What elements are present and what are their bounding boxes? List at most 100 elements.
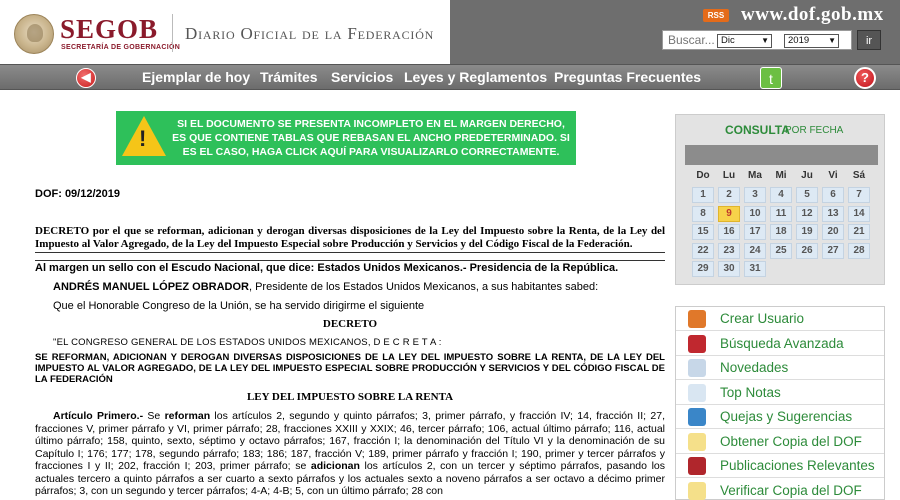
calendar-day[interactable]: 1: [692, 187, 714, 203]
weekday-label: Do: [696, 170, 710, 181]
segob-subtitle: SECRETARÍA DE GOBERNACIÓN: [61, 44, 181, 51]
publications-icon: [688, 457, 706, 475]
incomplete-document-notice[interactable]: ! SI EL DOCUMENTO SE PRESENTA INCOMPLETO…: [116, 111, 576, 165]
calendar-day[interactable]: 15: [692, 224, 714, 240]
divider: [35, 252, 665, 253]
calendar-day[interactable]: 2: [718, 187, 740, 203]
menu-item-label: Quejas y Sugerencias: [720, 409, 853, 424]
calendar-day[interactable]: 12: [796, 205, 818, 222]
congress-line: Que el Honorable Congreso de la Unión, s…: [53, 300, 425, 312]
nav-tramites[interactable]: Trámites: [260, 69, 318, 85]
chevron-down-icon: ▼: [761, 36, 769, 45]
weekday-label: Sá: [852, 170, 866, 181]
menu-item-top-notas[interactable]: Top Notas: [676, 381, 884, 405]
calendar-day[interactable]: 5: [796, 187, 818, 203]
calendar-day[interactable]: 20: [822, 224, 844, 240]
calendar-day[interactable]: 21: [848, 224, 870, 240]
weekday-label: Ma: [748, 170, 762, 181]
menu-item-label: Crear Usuario: [720, 311, 805, 326]
twitter-icon[interactable]: t: [760, 67, 782, 89]
calendar-day[interactable]: 18: [770, 224, 792, 240]
verify-icon: [688, 481, 706, 500]
decreto-heading: DECRETO: [322, 318, 378, 330]
weekday-label: Mi: [775, 170, 787, 181]
menu-item-novedades[interactable]: Novedades: [676, 356, 884, 380]
help-icon[interactable]: ?: [854, 67, 876, 89]
site-title[interactable]: Diario Oficial de la Federación: [185, 24, 434, 44]
menu-item-busqueda-avanzada[interactable]: Búsqueda Avanzada: [676, 332, 884, 356]
calendar-day[interactable]: 24: [744, 242, 766, 259]
dof-date: DOF: 09/12/2019: [35, 188, 120, 200]
menu-item-obtener-copia-del-dof[interactable]: Obtener Copia del DOF: [676, 430, 884, 454]
calendar-day[interactable]: 9: [718, 205, 740, 222]
calendar-day[interactable]: 14: [848, 205, 870, 222]
menu-item-label: Publicaciones Relevantes: [720, 458, 875, 473]
decree-title: DECRETO por el que se reforman, adiciona…: [35, 225, 665, 250]
calendar-day[interactable]: 8: [692, 205, 714, 222]
star-icon: [688, 383, 706, 402]
menu-item-crear-usuario[interactable]: Crear Usuario: [676, 307, 884, 331]
article-reforman: reforman: [164, 410, 211, 422]
rss-icon[interactable]: RSS: [703, 9, 729, 22]
nav-leyes-y-reglamentos[interactable]: Leyes y Reglamentos: [404, 69, 547, 85]
search-button[interactable]: ir: [857, 30, 881, 50]
calendar-day[interactable]: 23: [718, 242, 740, 259]
calendar-day[interactable]: 31: [744, 261, 766, 277]
calendar-day[interactable]: 4: [770, 187, 792, 203]
warning-exclamation: !: [139, 126, 147, 151]
calendar-day[interactable]: 13: [822, 205, 844, 222]
menu-item-publicaciones-relevantes[interactable]: Publicaciones Relevantes: [676, 454, 884, 478]
calendar-title: CONSULTA: [725, 123, 790, 137]
menu-item-verificar-copia-del-dof[interactable]: Verificar Copia del DOF: [676, 479, 884, 500]
calendar-day[interactable]: 25: [770, 242, 792, 259]
segob-logo[interactable]: SEGOB: [60, 14, 158, 45]
menu-item-label: Búsqueda Avanzada: [720, 335, 844, 351]
logo-divider: [172, 14, 173, 52]
menu-item-label: Top Notas: [720, 384, 781, 400]
calendar-day[interactable]: 3: [744, 187, 766, 203]
weekday-label: Ju: [801, 170, 813, 181]
calendar-day[interactable]: 27: [822, 242, 844, 259]
search-icon: [688, 334, 706, 353]
weekday-label: Lu: [722, 170, 736, 181]
reform-heading: SE REFORMAN, ADICIONAN Y DEROGAN DIVERSA…: [35, 352, 665, 385]
calendar-day[interactable]: 6: [822, 187, 844, 203]
calendar-day[interactable]: 28: [848, 242, 870, 259]
calendar-day[interactable]: 11: [770, 205, 792, 222]
calendar-day[interactable]: 19: [796, 224, 818, 240]
calendar-day[interactable]: 22: [692, 242, 714, 259]
notice-text: SI EL DOCUMENTO SE PRESENTA INCOMPLETO E…: [172, 118, 570, 158]
margin-seal-line: Al margen un sello con el Escudo Naciona…: [35, 262, 619, 274]
calendar-subtitle: POR FECHA: [785, 125, 844, 136]
calendar-day[interactable]: 7: [848, 187, 870, 203]
complaint-icon: [688, 408, 706, 426]
chevron-down-icon: ▼: [828, 36, 836, 45]
menu-item-label: Verificar Copia del DOF: [720, 482, 862, 498]
year-select[interactable]: 2019 ▼: [784, 34, 839, 48]
nav-preguntas-frecuentes[interactable]: Preguntas Frecuentes: [554, 69, 701, 85]
article-se: Se: [143, 410, 165, 422]
calendar-day[interactable]: 29: [692, 261, 714, 277]
menu-item-label: Obtener Copia del DOF: [720, 433, 862, 449]
national-emblem-icon[interactable]: [14, 14, 54, 54]
weekday-label: Vi: [828, 170, 838, 181]
user-icon: [688, 310, 706, 328]
year-value: 2019: [788, 35, 810, 46]
back-arrow-icon[interactable]: ◀: [76, 68, 96, 88]
nav-servicios[interactable]: Servicios: [331, 69, 393, 85]
main-nav: ◀ Ejemplar de hoy Trámites Servicios Ley…: [0, 64, 900, 90]
article-adicionan: adicionan: [310, 460, 360, 472]
month-value: Dic: [721, 35, 735, 46]
document-icon: [688, 432, 706, 451]
nav-ejemplar-de-hoy[interactable]: Ejemplar de hoy: [142, 69, 250, 85]
calendar-day[interactable]: 26: [796, 242, 818, 259]
divider: [35, 260, 665, 261]
president-name: ANDRÉS MANUEL LÓPEZ OBRADOR: [53, 281, 249, 293]
article-paragraph: Artículo Primero.- Se reforman los artíc…: [35, 410, 665, 500]
menu-item-quejas-y-sugerencias[interactable]: Quejas y Sugerencias: [676, 405, 884, 429]
calendar-day[interactable]: 10: [744, 205, 766, 222]
calendar-day[interactable]: 16: [718, 224, 740, 240]
calendar-day[interactable]: 17: [744, 224, 766, 240]
calendar-day[interactable]: 30: [718, 261, 740, 277]
month-select[interactable]: Dic ▼: [717, 34, 772, 48]
